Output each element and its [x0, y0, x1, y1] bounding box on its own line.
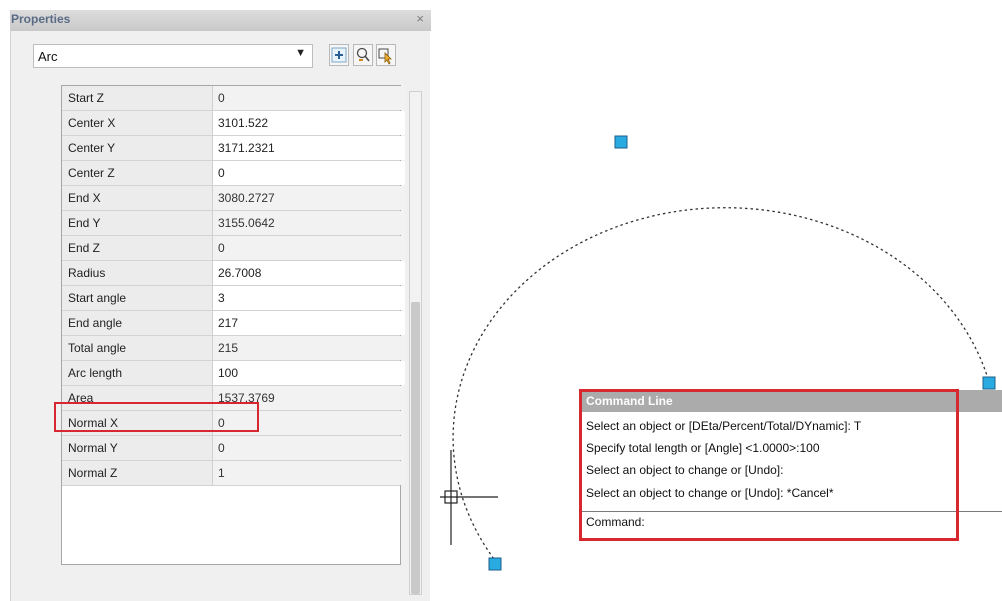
toggle-pickadd-icon	[331, 47, 347, 63]
property-row[interactable]: Start Z 0	[62, 86, 405, 111]
property-value: 0	[213, 86, 405, 110]
property-value-field[interactable]: 3	[213, 286, 405, 310]
property-row[interactable]: Center Y 3171.2321	[62, 136, 405, 161]
close-icon[interactable]: ×	[416, 11, 424, 26]
property-value: 1	[213, 461, 405, 485]
select-objects-icon	[378, 48, 392, 65]
property-row[interactable]: Center Z 0	[62, 161, 405, 186]
property-value-field[interactable]: 3171.2321	[213, 136, 405, 160]
property-value: 3080.2727	[213, 186, 405, 210]
properties-title-bar[interactable]: Properties ×	[11, 10, 431, 31]
property-name: Normal Y	[62, 436, 213, 460]
property-row-arc-length[interactable]: Arc length 100	[62, 361, 405, 386]
grip-startpoint	[982, 376, 996, 390]
scrollbar-thumb[interactable]	[411, 302, 420, 594]
toggle-pickadd-button[interactable]	[329, 44, 349, 66]
command-line-highlight	[579, 389, 959, 541]
property-name: Radius	[62, 261, 213, 285]
property-name: End X	[62, 186, 213, 210]
property-name: Center X	[62, 111, 213, 135]
quick-select-icon	[356, 47, 370, 62]
property-name: Arc length	[62, 361, 213, 385]
property-value: 0	[213, 436, 405, 460]
property-name: Start Z	[62, 86, 213, 110]
crosshair-cursor	[440, 450, 498, 545]
property-value-field[interactable]: 3101.522	[213, 111, 405, 135]
property-name: End Z	[62, 236, 213, 260]
property-value: 0	[213, 236, 405, 260]
property-row[interactable]: Start angle 3	[62, 286, 405, 311]
object-type-value: Arc	[38, 49, 58, 64]
property-name: Center Z	[62, 161, 213, 185]
property-value: 215	[213, 336, 405, 360]
property-name: Normal Z	[62, 461, 213, 485]
property-name: End angle	[62, 311, 213, 335]
property-name: Center Y	[62, 136, 213, 160]
property-row[interactable]: End X 3080.2727	[62, 186, 405, 211]
property-row[interactable]: Normal Y 0	[62, 436, 405, 461]
property-row[interactable]: Total angle 215	[62, 336, 405, 361]
properties-scrollbar[interactable]	[409, 91, 422, 595]
select-objects-button[interactable]	[376, 44, 396, 66]
property-row[interactable]: Radius 26.7008	[62, 261, 405, 286]
property-row[interactable]: Normal Z 1	[62, 461, 405, 486]
property-value: 3155.0642	[213, 211, 405, 235]
property-row[interactable]: End Y 3155.0642	[62, 211, 405, 236]
property-name: Start angle	[62, 286, 213, 310]
grip-midpoint	[614, 135, 628, 149]
arc-length-field[interactable]: 100	[213, 361, 405, 385]
property-name: Total angle	[62, 336, 213, 360]
grip-endpoint	[488, 557, 502, 571]
properties-grid: Start Z 0 Center X 3101.522 Center Y 317…	[61, 85, 405, 565]
chevron-down-icon[interactable]: ▼	[295, 47, 306, 59]
property-row[interactable]: Center X 3101.522	[62, 111, 405, 136]
properties-palette: Properties × Arc ▼ Start Z 0 Center X 31…	[10, 10, 431, 601]
property-row[interactable]: End angle 217	[62, 311, 405, 336]
property-value-field[interactable]: 0	[213, 161, 405, 185]
property-value-field[interactable]: 26.7008	[213, 261, 405, 285]
object-type-dropdown[interactable]: Arc ▼	[33, 44, 313, 68]
arc-length-highlight	[54, 402, 259, 432]
property-value-field[interactable]: 217	[213, 311, 405, 335]
properties-title: Properties	[11, 12, 71, 26]
property-row[interactable]: End Z 0	[62, 236, 405, 261]
property-name: End Y	[62, 211, 213, 235]
quick-select-button[interactable]	[353, 44, 373, 66]
